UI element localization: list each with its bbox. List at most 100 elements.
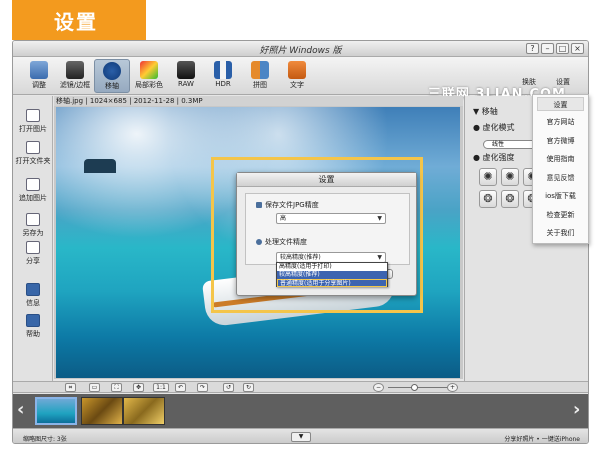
settings-menu: 设置 官方网站 官方微博 使用指南 意见反馈 ios版下载 检查更新 关于我们 bbox=[532, 94, 589, 244]
canvas-toolbar: ⌗ ▭ ⛶ ✥ 1:1 ↶ ↷ ↺ ↻ − + bbox=[13, 381, 588, 393]
chevron-down-icon: ▼ bbox=[377, 215, 382, 222]
tool-filter[interactable]: 滤镜/边框 bbox=[57, 59, 93, 93]
open-image-button[interactable]: 打开图片 bbox=[15, 109, 51, 134]
blur-option-icon[interactable]: ✺ bbox=[501, 168, 519, 186]
hdr-icon bbox=[214, 61, 232, 79]
menu-item-ios-download[interactable]: ios版下载 bbox=[533, 187, 588, 206]
maximize-button[interactable]: □ bbox=[556, 43, 569, 54]
tool-label: 滤镜/边框 bbox=[59, 81, 91, 89]
tool-raw[interactable]: RAW bbox=[168, 59, 204, 93]
open-image-icon bbox=[26, 109, 40, 122]
tool-label: 移轴 bbox=[105, 82, 119, 90]
rotate-left-icon[interactable]: ↶ bbox=[175, 383, 186, 392]
zoom-slider-handle[interactable] bbox=[411, 384, 418, 391]
fit-icon[interactable]: ▭ bbox=[89, 383, 100, 392]
add-image-icon bbox=[26, 178, 40, 191]
window-title: 好照片 Windows 版 bbox=[259, 46, 342, 56]
blur-option-icon[interactable]: ❂ bbox=[479, 190, 497, 208]
option-recommended[interactable]: 较高精度(推荐) bbox=[277, 271, 387, 279]
tool-adjust[interactable]: 调整 bbox=[21, 59, 57, 93]
menu-item-website[interactable]: 官方网站 bbox=[533, 113, 588, 132]
menu-item-guide[interactable]: 使用指南 bbox=[533, 150, 588, 169]
blur-mode-label: ● 虚化模式 bbox=[473, 123, 515, 132]
filmstrip-prev-icon[interactable]: ‹ bbox=[17, 399, 24, 420]
process-precision-text: 处理文件精度 bbox=[265, 238, 307, 246]
save-precision-select[interactable]: 高 ▼ bbox=[276, 213, 386, 224]
actual-size-button[interactable]: 1:1 bbox=[153, 383, 169, 392]
tool-label: 设置 bbox=[556, 78, 570, 86]
help-window-button[interactable]: ? bbox=[526, 43, 539, 54]
tool-label: HDR bbox=[215, 80, 231, 88]
thumbnail[interactable] bbox=[81, 397, 123, 425]
collapse-filmstrip-icon[interactable]: ▼ bbox=[291, 432, 311, 442]
skin-button[interactable]: 换肤 bbox=[511, 77, 547, 93]
menu-item-settings[interactable]: 设置 bbox=[537, 97, 584, 111]
crop-icon[interactable]: ⌗ bbox=[65, 383, 76, 392]
dialog-body: 保存文件JPG精度 高 ▼ 处理文件精度 较高精度(推荐) ▼ bbox=[245, 193, 410, 265]
thumbnail-size-label: 缩略图尺寸: 3张 bbox=[23, 436, 67, 443]
close-button[interactable]: × bbox=[571, 43, 584, 54]
left-sidebar: 打开图片 打开文件夹 追加图片 另存为 分享 信息 帮助 bbox=[13, 96, 53, 381]
title-bar: 好照片 Windows 版 ? – □ × bbox=[13, 41, 588, 57]
blur-strength-label: ● 虚化强度 bbox=[473, 153, 515, 162]
open-folder-button[interactable]: 打开文件夹 bbox=[15, 141, 51, 166]
move-icon[interactable]: ✥ bbox=[133, 383, 144, 392]
collage-icon bbox=[251, 61, 269, 79]
save-as-icon bbox=[26, 213, 40, 226]
undo-icon[interactable]: ↺ bbox=[223, 383, 234, 392]
sidebar-label: 信息 bbox=[26, 299, 40, 307]
tool-hdr[interactable]: HDR bbox=[205, 59, 241, 93]
blur-option-icon[interactable]: ✺ bbox=[479, 168, 497, 186]
share-link[interactable]: 分享好照片 • 一键送iPhone bbox=[504, 434, 580, 443]
redo-icon[interactable]: ↻ bbox=[243, 383, 254, 392]
process-precision-value: 较高精度(推荐) bbox=[280, 254, 321, 261]
option-normal[interactable]: 普通精度(适用于分享图片) bbox=[277, 279, 387, 287]
blur-mode-linear[interactable]: 线性 bbox=[483, 140, 537, 149]
sidebar-label: 打开文件夹 bbox=[15, 157, 51, 165]
blur-mode-text: 虚化模式 bbox=[482, 123, 515, 132]
tool-label: 文字 bbox=[290, 81, 304, 89]
section-tiltshift[interactable]: ▼ 移轴 bbox=[473, 106, 498, 117]
zoom-in-icon[interactable]: + bbox=[447, 383, 458, 392]
tool-local-color[interactable]: 局部彩色 bbox=[131, 59, 167, 93]
settings-button[interactable]: 设置 bbox=[545, 77, 581, 93]
save-as-button[interactable]: 另存为 bbox=[15, 213, 51, 238]
blur-strength-text: 虚化强度 bbox=[482, 153, 515, 162]
open-folder-icon bbox=[26, 141, 40, 154]
tool-label: 调整 bbox=[32, 81, 46, 89]
add-image-button[interactable]: 追加图片 bbox=[15, 178, 51, 203]
option-high[interactable]: 高精度(适用于打印) bbox=[277, 263, 387, 271]
tool-collage[interactable]: 拼图 bbox=[242, 59, 278, 93]
help-icon bbox=[26, 314, 40, 327]
share-button[interactable]: 分享 bbox=[15, 241, 51, 266]
fullscreen-icon[interactable]: ⛶ bbox=[111, 383, 122, 392]
thumbnail[interactable] bbox=[123, 397, 165, 425]
sidebar-label: 帮助 bbox=[26, 330, 40, 338]
info-button[interactable]: 信息 bbox=[15, 283, 51, 308]
menu-item-update[interactable]: 检查更新 bbox=[533, 206, 588, 225]
brush-icon bbox=[140, 61, 158, 79]
tool-tiltshift[interactable]: 移轴 bbox=[94, 59, 130, 93]
blur-option-icon[interactable]: ❂ bbox=[501, 190, 519, 208]
main-toolbar: 调整 滤镜/边框 移轴 局部彩色 RAW HDR 拼图 文字 三联网 3LIAN… bbox=[13, 57, 588, 102]
sidebar-label: 分享 bbox=[26, 257, 40, 265]
save-icon bbox=[256, 202, 262, 208]
save-precision-text: 保存文件JPG精度 bbox=[265, 201, 319, 209]
tool-text[interactable]: 文字 bbox=[279, 59, 315, 93]
menu-item-weibo[interactable]: 官方微博 bbox=[533, 132, 588, 151]
zoom-out-icon[interactable]: − bbox=[373, 383, 384, 392]
dialog-title: 设置 bbox=[237, 173, 416, 187]
share-icon bbox=[26, 241, 40, 254]
thumbnail[interactable] bbox=[35, 397, 77, 425]
tool-label: 局部彩色 bbox=[135, 81, 163, 89]
menu-item-feedback[interactable]: 意见反馈 bbox=[533, 169, 588, 188]
minimize-button[interactable]: – bbox=[541, 43, 554, 54]
help-button[interactable]: 帮助 bbox=[15, 314, 51, 339]
tool-label: 拼图 bbox=[253, 81, 267, 89]
menu-item-about[interactable]: 关于我们 bbox=[533, 224, 588, 243]
rotate-right-icon[interactable]: ↷ bbox=[197, 383, 208, 392]
pencil-icon bbox=[30, 61, 48, 79]
filmstrip: ‹ › bbox=[13, 394, 588, 428]
tiltshift-icon bbox=[103, 62, 121, 80]
filmstrip-next-icon[interactable]: › bbox=[573, 399, 580, 420]
